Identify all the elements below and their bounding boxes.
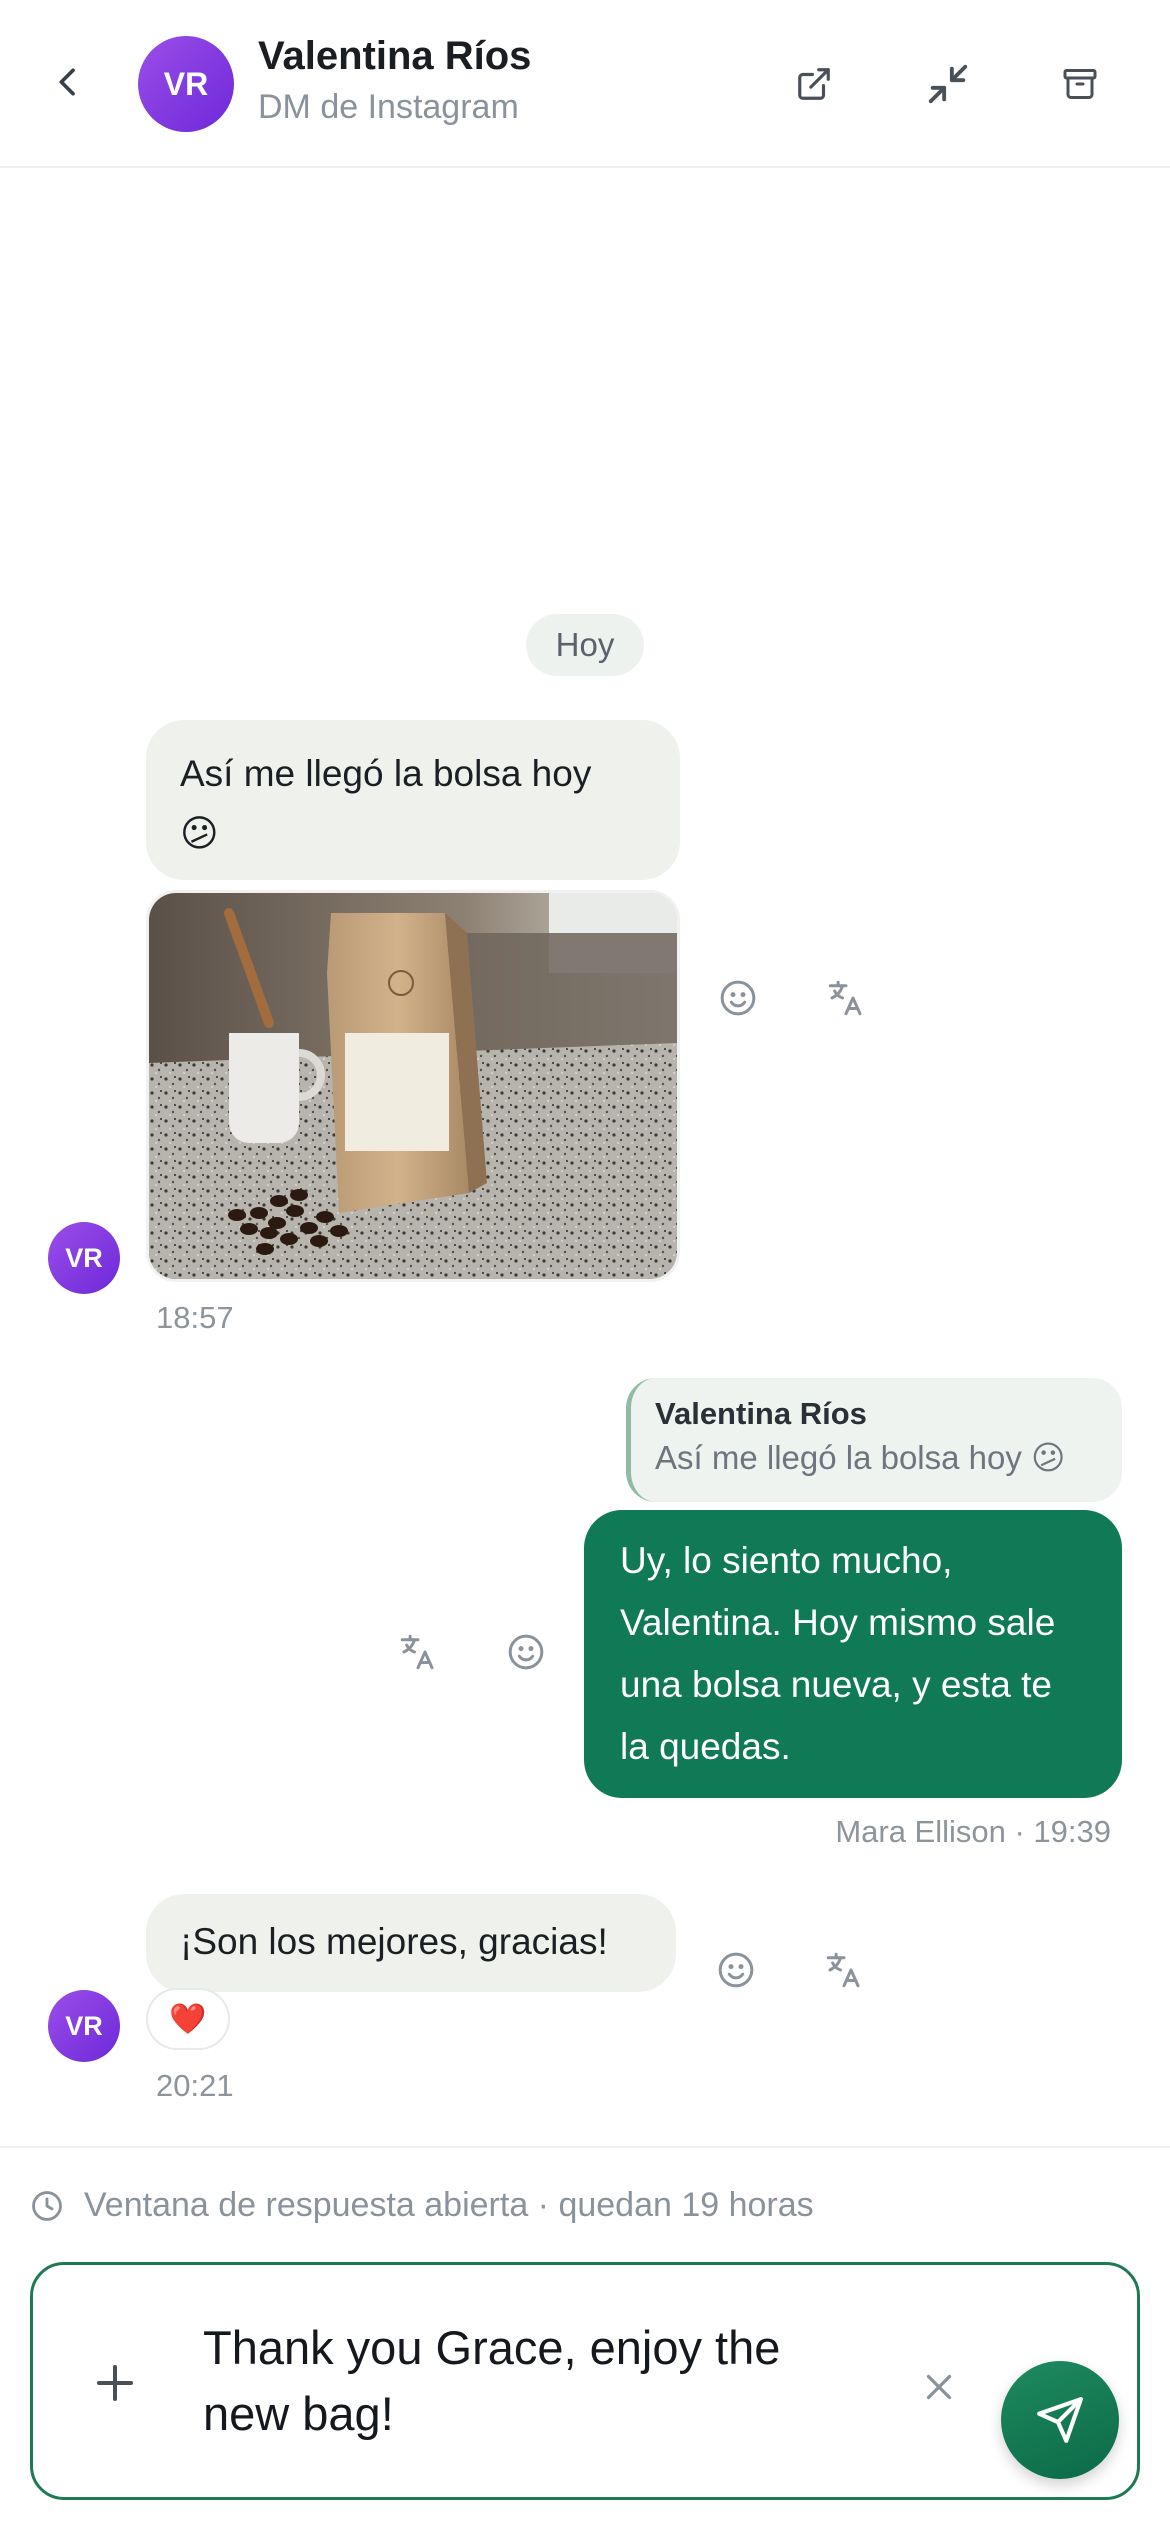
- contact-name: Valentina Ríos: [258, 34, 532, 78]
- quoted-message[interactable]: Valentina Ríos Así me llegó la bolsa hoy…: [626, 1378, 1122, 1502]
- conversation-header: VR Valentina Ríos DM de Instagram: [0, 0, 1170, 168]
- smiley-icon: [508, 1634, 544, 1670]
- response-window-note: Ventana de respuesta abierta · quedan 19…: [30, 2186, 814, 2225]
- channel-label: DM de Instagram: [258, 88, 519, 126]
- translate-button[interactable]: [816, 1942, 872, 1998]
- add-reaction-button[interactable]: [708, 1942, 764, 1998]
- translate-button[interactable]: [390, 1624, 446, 1680]
- translate-button[interactable]: [818, 970, 874, 1026]
- back-chevron-icon: [59, 68, 75, 96]
- send-icon: [1037, 2397, 1083, 2443]
- external-link-icon: [798, 68, 830, 100]
- plus-icon: [97, 2365, 133, 2401]
- message-time: 20:21: [156, 2068, 234, 2103]
- message-text: Así me llegó la bolsa hoy: [180, 753, 592, 794]
- message-meta: Mara Ellison · 19:39: [835, 1814, 1111, 1849]
- message-composer[interactable]: Thank you Grace, enjoy the new bag!: [30, 2262, 1140, 2500]
- contact-avatar-small[interactable]: VR: [48, 1222, 120, 1294]
- quoted-text: Así me llegó la bolsa hoy 😕: [655, 1439, 1066, 1476]
- message-image[interactable]: [146, 890, 680, 1282]
- attach-button[interactable]: [83, 2351, 147, 2415]
- smiley-icon: [720, 980, 756, 1016]
- date-separator: Hoy: [526, 614, 644, 676]
- archive-icon: [1063, 69, 1097, 99]
- smiley-icon: [718, 1952, 754, 1988]
- contact-avatar-small[interactable]: VR: [48, 1990, 120, 2062]
- incoming-message[interactable]: Así me llegó la bolsa hoy 😕: [146, 720, 680, 880]
- translate-icon: [400, 1634, 434, 1670]
- send-button[interactable]: [1001, 2361, 1119, 2479]
- back-button[interactable]: [40, 54, 96, 110]
- message-time: 18:57: [156, 1300, 234, 1335]
- reaction-badge[interactable]: ❤️: [146, 1988, 230, 2050]
- archive-button[interactable]: [1050, 54, 1110, 114]
- clock-icon: [32, 2190, 62, 2221]
- translate-icon: [826, 1952, 860, 1988]
- open-external-button[interactable]: [784, 54, 844, 114]
- message-input[interactable]: Thank you Grace, enjoy the new bag!: [203, 2315, 823, 2447]
- add-reaction-button[interactable]: [498, 1624, 554, 1680]
- minimize-icon: [928, 64, 968, 104]
- incoming-message[interactable]: ¡Son los mejores, gracias!: [146, 1894, 676, 1992]
- add-reaction-button[interactable]: [710, 970, 766, 1026]
- minimize-button[interactable]: [918, 54, 978, 114]
- quoted-author: Valentina Ríos: [655, 1396, 867, 1431]
- coffee-bag-photo-icon: [149, 893, 677, 1279]
- close-icon: [926, 2374, 952, 2400]
- clear-draft-button[interactable]: [911, 2359, 967, 2415]
- outgoing-message[interactable]: Uy, lo siento mucho, Valentina. Hoy mism…: [584, 1510, 1122, 1798]
- contact-avatar[interactable]: VR: [138, 36, 234, 132]
- response-window-text: Ventana de respuesta abierta · quedan 19…: [84, 2186, 814, 2224]
- message-emoji: 😕: [180, 813, 219, 854]
- translate-icon: [828, 980, 862, 1016]
- divider: [0, 2146, 1170, 2148]
